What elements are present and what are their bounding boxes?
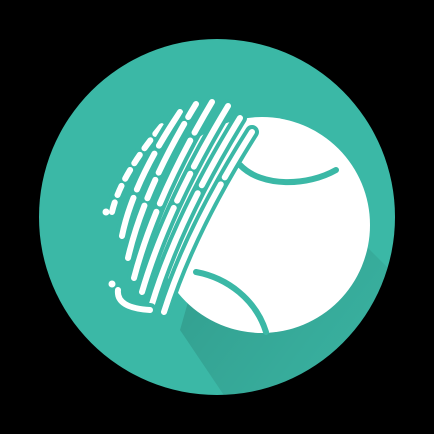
fingerprint-ball-icon <box>39 39 395 395</box>
fingerprint-dot <box>108 280 116 288</box>
app-icon[interactable] <box>0 0 434 434</box>
fingerprint-dot <box>102 208 110 216</box>
